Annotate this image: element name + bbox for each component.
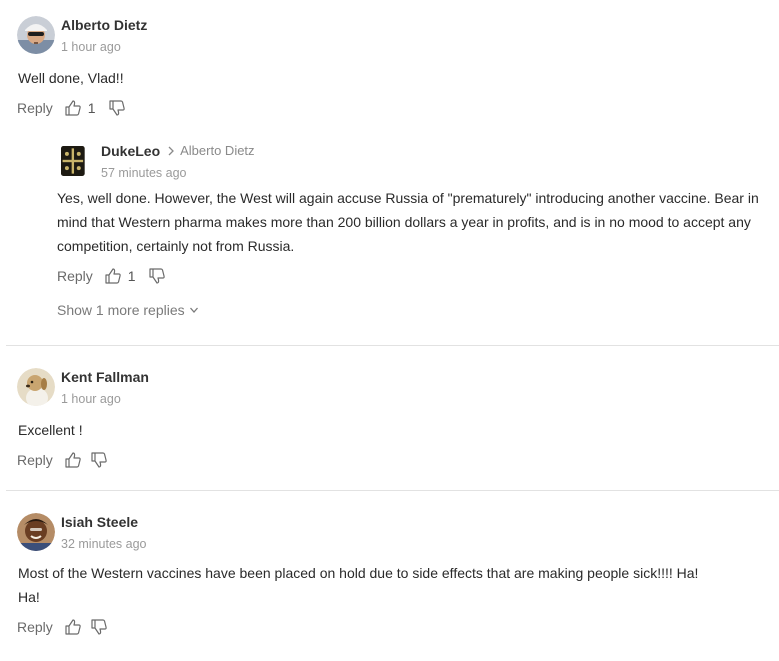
upvote-button[interactable]: 1 xyxy=(64,99,96,117)
chevron-right-icon xyxy=(168,146,175,156)
comment-actions: Reply xyxy=(17,618,777,636)
downvote-button[interactable] xyxy=(90,451,108,469)
comment-timestamp[interactable]: 1 hour ago xyxy=(61,40,147,54)
reply-to-link[interactable]: Alberto Dietz xyxy=(166,142,255,160)
reply-button[interactable]: Reply xyxy=(17,100,53,116)
reply-button[interactable]: Reply xyxy=(17,452,53,468)
comment-actions: Reply xyxy=(17,451,777,469)
thumbs-up-icon xyxy=(105,268,121,284)
thumbs-down-icon xyxy=(91,452,107,468)
upvote-button[interactable]: 1 xyxy=(104,267,136,285)
comment-text: Yes, well done. However, the West will a… xyxy=(57,190,759,254)
like-count: 1 xyxy=(127,268,136,284)
comment-author[interactable]: Kent Fallman xyxy=(61,368,149,386)
like-count: 1 xyxy=(87,100,96,116)
comment-divider xyxy=(6,490,779,491)
comment: Isiah Steele 32 minutes ago Most of the … xyxy=(17,513,777,636)
thumbs-up-icon xyxy=(65,619,81,635)
user-avatar[interactable] xyxy=(17,16,55,54)
user-avatar[interactable] xyxy=(17,513,55,551)
downvote-button[interactable] xyxy=(108,99,126,117)
thumbs-up-icon xyxy=(65,452,81,468)
show-more-label: Show 1 more replies xyxy=(57,302,185,318)
comment-text: Well done, Vlad!! xyxy=(18,70,124,86)
reply-button[interactable]: Reply xyxy=(57,268,93,284)
downvote-button[interactable] xyxy=(148,267,166,285)
reply-comment: DukeLeo Alberto Dietz 57 minutes ago Yes… xyxy=(57,142,762,320)
chevron-down-icon xyxy=(189,307,198,313)
reply-to-name: Alberto Dietz xyxy=(180,143,255,158)
reply-button[interactable]: Reply xyxy=(17,619,53,635)
comment-author[interactable]: Isiah Steele xyxy=(61,513,146,531)
thumbs-up-icon xyxy=(65,100,81,116)
comment-author[interactable]: Alberto Dietz xyxy=(61,16,147,34)
comment-text: Excellent ! xyxy=(18,422,83,438)
comment-text: Most of the Western vaccines have been p… xyxy=(18,565,699,605)
comment-divider xyxy=(6,345,779,346)
upvote-button[interactable] xyxy=(64,451,82,469)
thumbs-down-icon xyxy=(108,100,125,116)
thumbs-down-icon xyxy=(148,268,165,284)
comment-actions: Reply 1 xyxy=(17,99,777,117)
comment: Kent Fallman 1 hour ago Excellent ! Repl… xyxy=(17,368,777,469)
comment-timestamp[interactable]: 32 minutes ago xyxy=(61,537,146,551)
user-avatar[interactable] xyxy=(61,142,91,180)
comment-actions: Reply 1 xyxy=(57,267,762,285)
downvote-button[interactable] xyxy=(90,618,108,636)
upvote-button[interactable] xyxy=(64,618,82,636)
user-avatar[interactable] xyxy=(17,368,55,406)
comment-timestamp[interactable]: 1 hour ago xyxy=(61,392,149,406)
comment: Alberto Dietz 1 hour ago Well done, Vlad… xyxy=(17,16,777,117)
comment-timestamp[interactable]: 57 minutes ago xyxy=(101,166,255,180)
show-more-replies-button[interactable]: Show 1 more replies xyxy=(57,302,199,318)
comment-author[interactable]: DukeLeo xyxy=(101,142,160,160)
thumbs-down-icon xyxy=(91,619,107,635)
